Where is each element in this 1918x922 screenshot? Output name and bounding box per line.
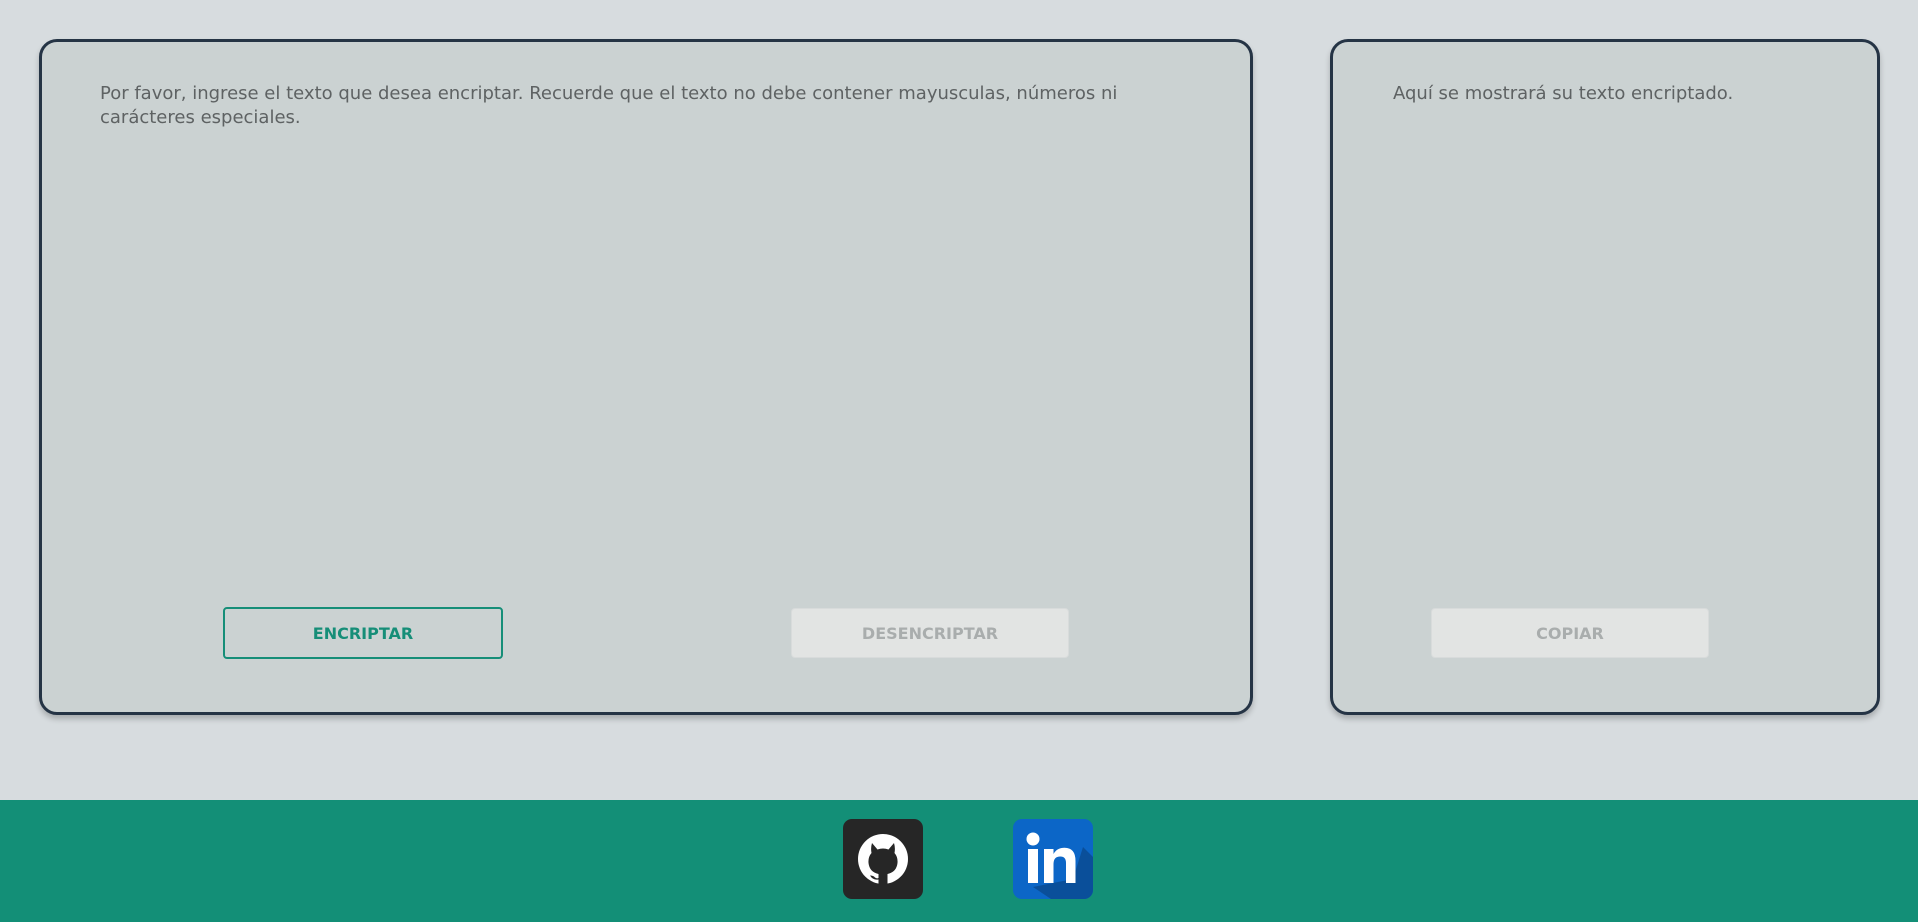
decrypt-button[interactable]: DESENCRIPTAR [791, 608, 1069, 658]
linkedin-link[interactable] [1013, 819, 1093, 899]
encrypt-panel: ENCRIPTAR DESENCRIPTAR [39, 39, 1253, 715]
text-input[interactable] [100, 82, 1200, 502]
github-icon [858, 834, 908, 885]
github-link[interactable] [843, 819, 923, 899]
copy-button[interactable]: COPIAR [1431, 608, 1709, 658]
linkedin-icon [1026, 832, 1093, 899]
footer [0, 800, 1918, 922]
app: ENCRIPTAR DESENCRIPTAR Aquí se mostrará … [0, 0, 1918, 922]
output-text: Aquí se mostrará su texto encriptado. [1393, 83, 1734, 104]
encrypt-button[interactable]: ENCRIPTAR [223, 607, 503, 659]
output-panel: Aquí se mostrará su texto encriptado. CO… [1330, 39, 1880, 715]
